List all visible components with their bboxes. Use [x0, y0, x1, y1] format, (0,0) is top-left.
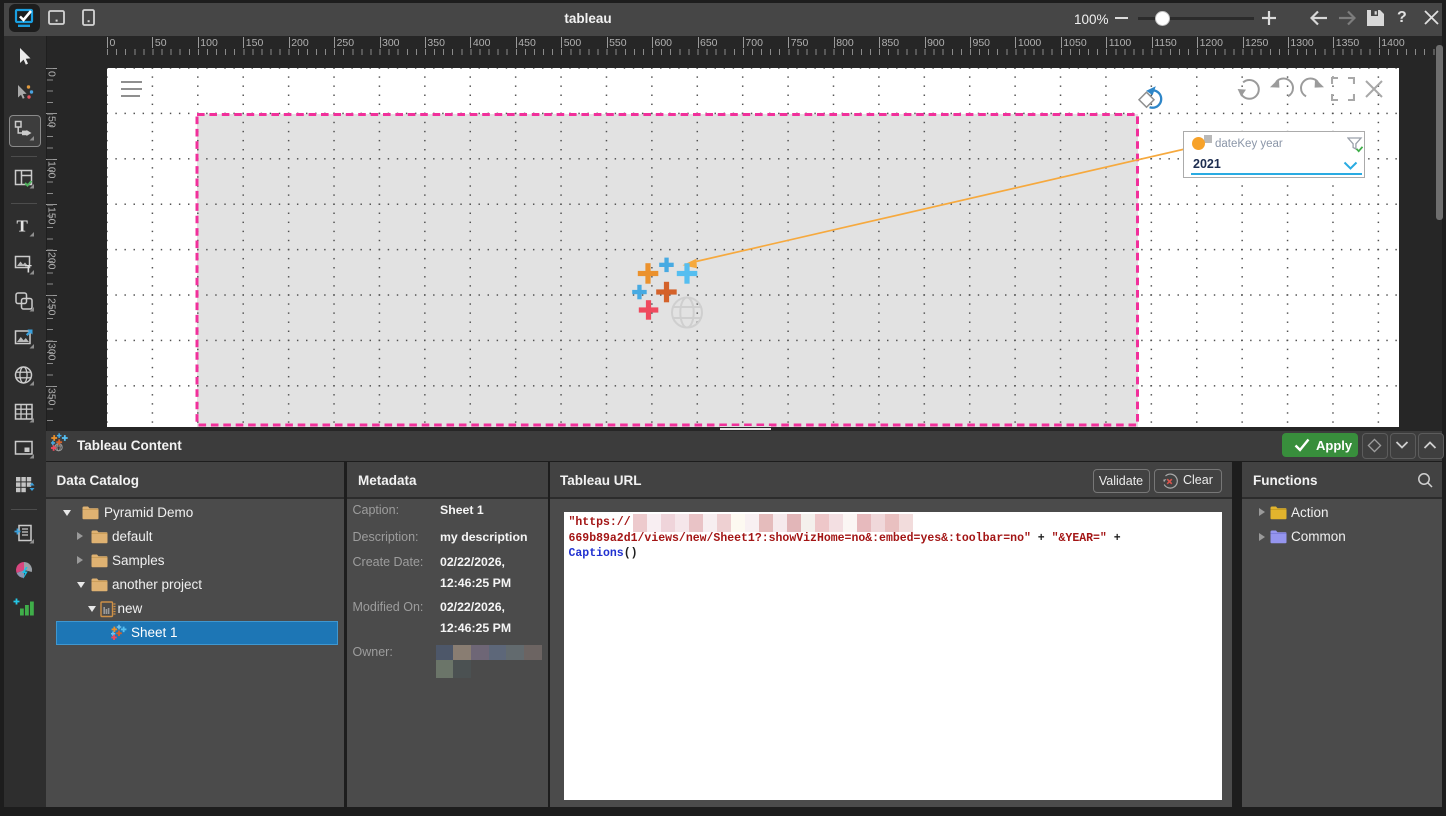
svg-text:T: T: [17, 217, 29, 236]
